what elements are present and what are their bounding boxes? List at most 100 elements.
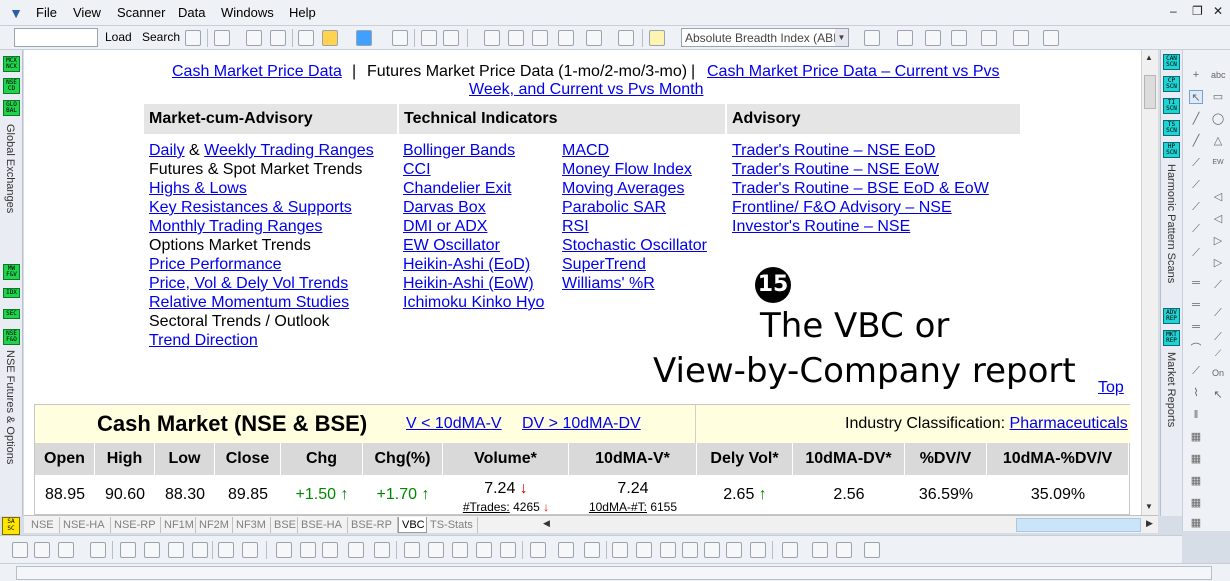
technical-indicator-item[interactable]: Williams' %R <box>562 274 655 293</box>
technical-indicator-item[interactable]: Moving Averages <box>562 179 684 198</box>
advisory-item[interactable]: Trader's Routine – NSE EoD <box>732 141 935 160</box>
draw-icon[interactable] <box>1013 30 1029 46</box>
zoom-icon[interactable] <box>682 542 698 558</box>
doc2-icon[interactable] <box>836 542 852 558</box>
sl3-icon[interactable]: ⟋ <box>1189 222 1203 236</box>
snap-icon[interactable]: ⟋ <box>1211 346 1225 360</box>
mpvt-icon[interactable] <box>897 30 913 46</box>
scroll-right-icon[interactable]: ▶ <box>1146 518 1153 529</box>
abc2-icon[interactable] <box>476 542 492 558</box>
cash-market-price-link[interactable]: Cash Market Price Data <box>172 62 342 81</box>
top-link[interactable]: Top <box>1098 378 1124 397</box>
ray-icon[interactable]: ╱ <box>1189 134 1203 148</box>
ts-scn-tag[interactable]: TS SCN <box>1163 120 1180 136</box>
arrow-cursor-icon[interactable]: ↖ <box>1189 90 1203 104</box>
tab-bse-ha[interactable]: BSE-HA <box>298 517 348 533</box>
scroll-left-icon[interactable]: ◀ <box>543 518 550 529</box>
fit-icon[interactable] <box>612 542 628 558</box>
market-advisory-link[interactable]: Price, Vol & Dely Vol Trends <box>149 275 348 292</box>
dots-icon[interactable] <box>392 30 408 46</box>
menu-file[interactable]: File <box>36 5 57 20</box>
nse-cd-tag[interactable]: NSE CD <box>3 78 20 94</box>
tab-ts-stats[interactable]: TS-Stats <box>427 517 478 533</box>
mp-icon[interactable] <box>374 542 390 558</box>
people-icon[interactable] <box>951 30 967 46</box>
market-advisory-link[interactable]: Relative Momentum Studies <box>149 294 349 311</box>
line-chart-icon[interactable] <box>12 542 28 558</box>
tab-nse-rp[interactable]: NSE-RP <box>111 517 161 533</box>
technical-indicator-item[interactable]: CCI <box>403 160 431 179</box>
technical-indicator-item[interactable]: Money Flow Index <box>562 160 692 179</box>
scroll-up-icon[interactable]: ▲ <box>1145 53 1153 62</box>
arrow-left-icon[interactable]: ◁ <box>1211 190 1225 204</box>
grid3-icon[interactable]: ▦ <box>1189 474 1203 488</box>
vlines-icon[interactable]: ‖ <box>1189 408 1203 422</box>
horizontal-scroll-thumb[interactable] <box>1016 518 1141 532</box>
idx-tag[interactable]: IDX <box>3 288 20 298</box>
technical-indicator-item[interactable]: MACD <box>562 141 609 160</box>
search-button[interactable]: Search <box>142 30 180 44</box>
refresh-icon[interactable] <box>750 542 766 558</box>
market-advisory-link[interactable]: Key Resistances & Supports <box>149 199 352 216</box>
print-icon[interactable] <box>246 30 262 46</box>
scroll-thumb[interactable] <box>1144 75 1156 109</box>
cycle-icon[interactable]: ⌇ <box>1189 386 1203 400</box>
zoom-out-icon[interactable] <box>704 542 720 558</box>
tab-bse[interactable]: BSE <box>271 517 298 533</box>
tab-vbc[interactable]: VBC <box>398 517 427 533</box>
wave-icon[interactable] <box>404 542 420 558</box>
abc-icon[interactable]: abc <box>1211 68 1226 82</box>
horizontal-scrollbar[interactable]: ◀ ▶ <box>540 515 1158 533</box>
hline3-icon[interactable]: ═ <box>1189 320 1203 334</box>
sl-icon[interactable]: ⟋ <box>1189 178 1203 192</box>
m-icon[interactable] <box>356 30 372 46</box>
grid5-icon[interactable]: ▦ <box>1189 516 1203 530</box>
line-icon[interactable]: ╱ <box>1189 112 1203 126</box>
cp-scn-tag[interactable]: CP SCN <box>1163 76 1180 92</box>
dv-gt-ma-link[interactable]: DV > 10dMA-DV <box>522 415 641 433</box>
print-preview-icon[interactable] <box>270 30 286 46</box>
market-advisory-link[interactable]: Price Performance <box>149 256 282 273</box>
technical-indicator-item[interactable]: Chandelier Exit <box>403 179 512 198</box>
channel-icon[interactable]: ⟋ <box>1211 278 1225 292</box>
pf-icon[interactable] <box>218 542 234 558</box>
tab-nse[interactable]: NSE <box>28 517 60 533</box>
hline-icon[interactable]: ═ <box>1189 276 1203 290</box>
menu-view[interactable]: View <box>73 5 101 20</box>
tab-nse-ha[interactable]: NSE-HA <box>60 517 111 533</box>
bars2-icon[interactable] <box>90 542 106 558</box>
global-tag[interactable]: GLO BAL <box>3 100 20 116</box>
arrow-left2-icon[interactable]: ◁ <box>1211 212 1225 226</box>
minimize-icon[interactable]: – <box>1170 4 1177 18</box>
advisory-item[interactable]: Trader's Routine – BSE EoD & EoW <box>732 179 989 198</box>
technical-indicator-item[interactable]: Ichimoku Kinko Hyo <box>403 293 544 312</box>
candles4-icon[interactable] <box>192 542 208 558</box>
grid4-icon[interactable]: ▦ <box>1189 496 1203 510</box>
industry-link[interactable]: Pharmaceuticals <box>1010 415 1128 432</box>
close-icon[interactable]: ✕ <box>1213 4 1223 18</box>
trend3-icon[interactable] <box>348 542 364 558</box>
crosshair-icon[interactable]: + <box>1189 68 1203 82</box>
tab-nf1m[interactable]: NF1M <box>161 517 196 533</box>
cursor-sl-icon[interactable]: ↖ <box>1211 388 1225 402</box>
technical-indicator-item[interactable]: Bollinger Bands <box>403 141 515 160</box>
expand-icon[interactable] <box>636 542 652 558</box>
candles2-icon[interactable] <box>144 542 160 558</box>
cam-icon[interactable] <box>925 30 941 46</box>
chart-icon[interactable] <box>298 30 314 46</box>
sl4-icon[interactable]: ⟋ <box>1189 246 1203 260</box>
bars-icon[interactable] <box>508 30 524 46</box>
ma-icon[interactable] <box>618 30 634 46</box>
menu-scanner[interactable]: Scanner <box>117 5 165 20</box>
week-month-link[interactable]: Week, and Current vs Pvs Month <box>469 80 703 99</box>
technical-indicator-item[interactable]: SuperTrend <box>562 255 646 274</box>
tab-bse-rp[interactable]: BSE-RP <box>348 517 398 533</box>
save-icon[interactable] <box>214 30 230 46</box>
l123-icon[interactable] <box>34 542 50 558</box>
menu-data[interactable]: Data <box>178 5 205 20</box>
52w-icon[interactable] <box>558 30 574 46</box>
technical-indicator-item[interactable]: Darvas Box <box>403 198 486 217</box>
on-icon[interactable]: On <box>1211 366 1225 380</box>
menu-help[interactable]: Help <box>289 5 316 20</box>
v-lt-ma-link[interactable]: V < 10dMA-V <box>406 415 502 433</box>
